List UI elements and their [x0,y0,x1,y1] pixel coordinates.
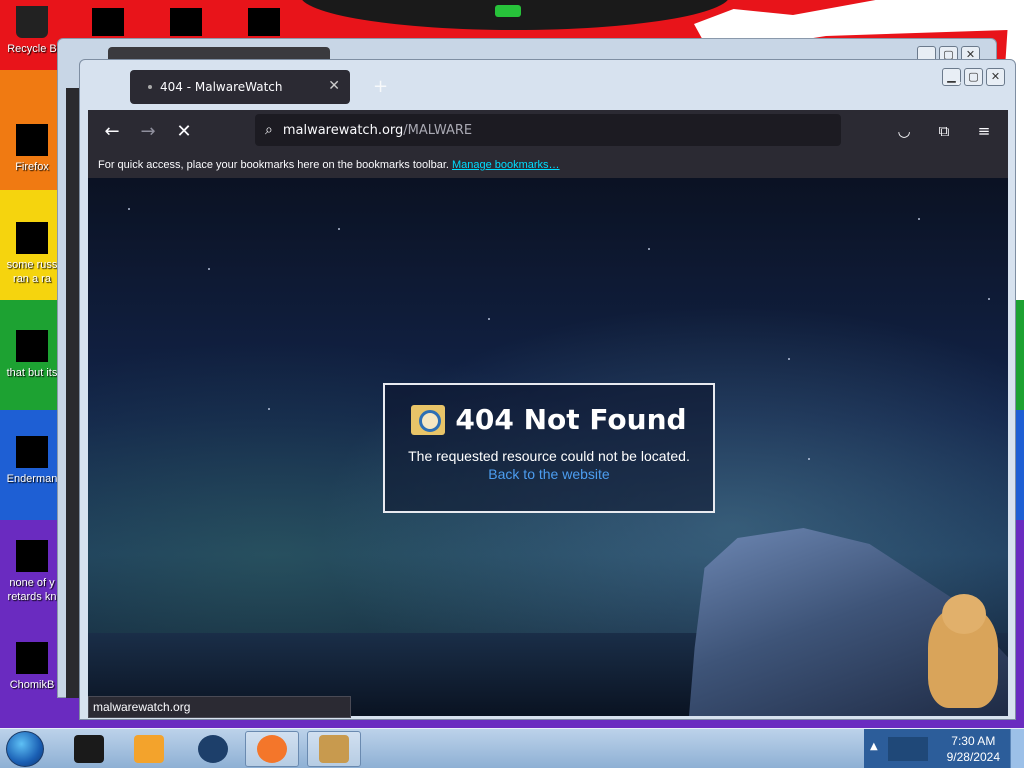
hamster-icon [16,642,48,674]
star [788,358,790,360]
app-icon [248,8,280,36]
background-window-edge [66,88,80,698]
recycle-bin-icon [16,6,48,38]
copy-icon [16,330,48,362]
star [918,218,920,220]
nav-toolbar: ← → ✕ ⌕ malwarewatch.org/MALWARE ◡ ⧉ ≡ [88,110,1008,152]
start-button[interactable] [6,731,44,767]
desktop-icon-label: that but its [6,367,58,379]
url-bar[interactable]: ⌕ malwarewatch.org/MALWARE [255,114,841,146]
firefox-icon [257,735,287,763]
error-panel: 404 Not Found The requested resource cou… [383,383,715,513]
tab-close-icon[interactable]: ✕ [328,78,340,94]
show-hidden-icons-button[interactable]: ▲ [870,741,878,752]
terminal-icon [16,436,48,468]
wallpaper-character [300,0,730,30]
stop-loading-icon[interactable]: ✕ [166,115,202,147]
desktop-icon-label: none of y retards kn [7,577,57,603]
desktop-icon-enderman[interactable]: Enderman [4,436,60,486]
clock-date: 9/28/2024 [946,750,1000,764]
forward-arrow-icon[interactable]: → [130,115,166,147]
system-tray: ▲ 7:30 AM 9/28/2024 [864,729,1024,768]
star [988,298,990,300]
desktop-icon-label: Recycle B [7,43,57,55]
desktop-icon-document[interactable]: some russ ran a ra [4,222,60,286]
search-icon: ⌕ [265,122,273,138]
desktop-icon-label: ChomikB [9,679,55,691]
desktop-icon-label: Firefox [15,161,49,173]
star [208,268,210,270]
url-host: malwarewatch.org [282,122,404,138]
tab-malwarewatch[interactable]: 404 - MalwareWatch ✕ [130,70,350,104]
pocket-icon[interactable]: ◡ [886,115,922,147]
folder-search-icon [411,404,446,435]
back-to-website-link[interactable]: Back to the website [385,466,713,482]
menu-hamburger-icon[interactable]: ≡ [966,115,1002,147]
tab-strip: 404 - MalwareWatch ✕ + ⌄ [88,60,1000,110]
hamster-mascot-image [928,594,998,708]
desktop-icon-media[interactable] [170,8,208,40]
star [338,228,340,230]
desktop-icon-recycle-bin[interactable]: Recycle B [4,6,60,56]
taskbar-app-globe[interactable] [186,731,240,767]
desktop-icon-label: some russ ran a ra [6,259,58,285]
photos-icon [92,8,124,36]
show-desktop-button[interactable] [1010,729,1024,768]
globe-icon [198,735,228,763]
desktop-icon-label: Enderman [6,473,58,485]
opera-icon [16,540,48,572]
clock-time: 7:30 AM [951,734,996,748]
taskbar-app-chomikbox[interactable] [307,731,361,767]
network-icon[interactable] [888,737,928,761]
new-tab-button[interactable]: + [373,76,388,97]
desktop-icon-photos[interactable] [92,8,130,40]
error-message: The requested resource could not be loca… [408,448,690,464]
page-content: 404 Not Found The requested resource cou… [88,178,1008,716]
star [648,248,650,250]
bookmarks-toolbar: For quick access, place your bookmarks h… [88,152,1008,178]
taskbar: ▲ 7:30 AM 9/28/2024 [0,728,1024,768]
document-icon [16,222,48,254]
clock[interactable]: 7:30 AM 9/28/2024 [947,733,1000,765]
status-bar: malwarewatch.org [88,696,351,718]
desktop-icon-firefox[interactable]: Firefox [4,124,60,174]
manage-bookmarks-link[interactable]: Manage bookmarks… [452,159,560,171]
loading-dot-icon [148,85,152,89]
firefox-icon [16,124,48,156]
taskbar-app-firefox[interactable] [245,731,299,767]
desktop-icon-opera[interactable]: none of y retards kn [4,540,60,604]
star [268,408,270,410]
url-path: /MALWARE [403,122,473,138]
hamster-icon [319,735,349,763]
page-title: 404 Not Found [455,403,687,436]
taskbar-app-media[interactable] [122,731,176,767]
extensions-icon[interactable]: ⧉ [926,115,962,147]
star [808,458,810,460]
terminal-icon [74,735,104,763]
desktop-icon-copy[interactable]: that but its [4,330,60,380]
taskbar-app-terminal[interactable] [62,731,116,767]
tab-title: 404 - MalwareWatch [160,80,283,94]
desktop-icon-chomikbox[interactable]: ChomikB [4,642,60,692]
media-player-icon [134,735,164,763]
browser-window[interactable]: ▁ ▢ ✕ 404 - MalwareWatch ✕ + ⌄ ← → ✕ ⌕ m… [79,59,1016,720]
star [128,208,130,210]
desktop-icon-app[interactable] [248,8,286,40]
list-tabs-chevron-icon[interactable]: ⌄ [953,74,964,89]
star [488,318,490,320]
media-icon [170,8,202,36]
bookmarks-hint: For quick access, place your bookmarks h… [98,159,449,171]
back-arrow-icon[interactable]: ← [94,115,130,147]
